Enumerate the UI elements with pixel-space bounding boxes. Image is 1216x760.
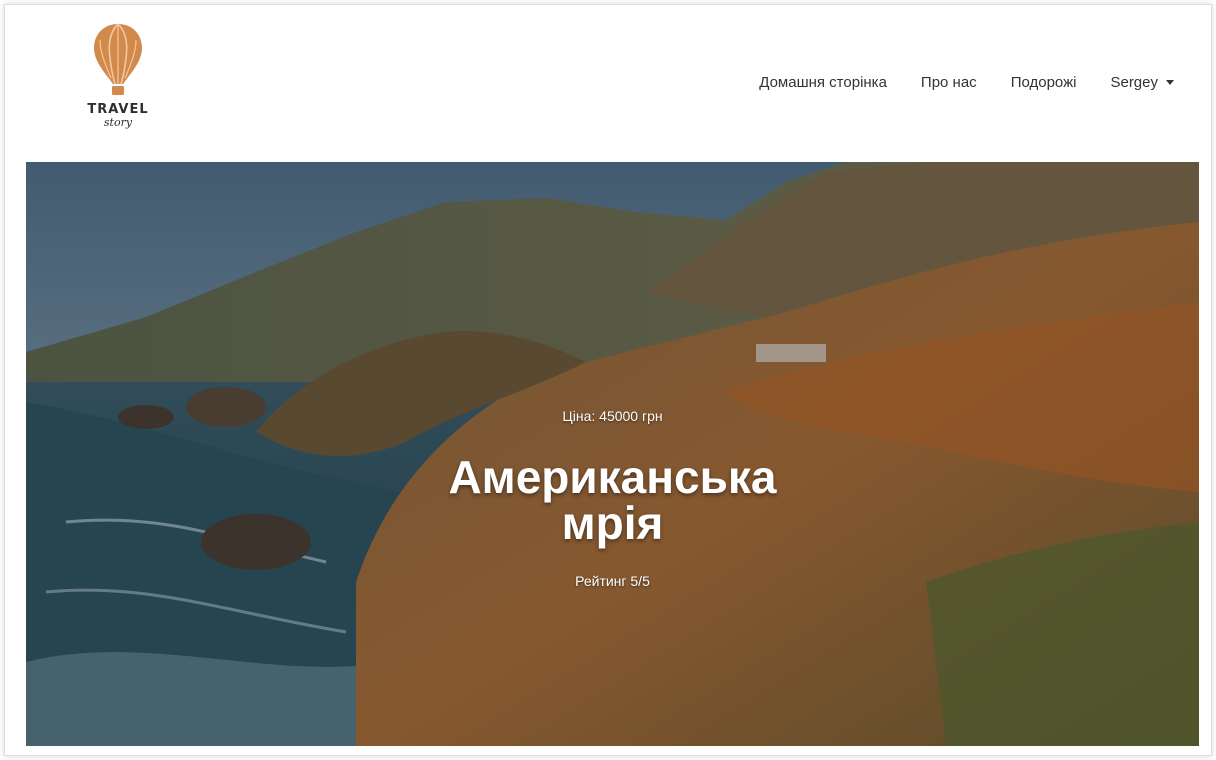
main-nav: Домашня сторінка Про нас Подорожі Sergey <box>725 74 1174 91</box>
site-logo[interactable]: TRAVEL story <box>80 22 156 144</box>
tour-title-line2: мрія <box>561 497 664 549</box>
user-menu-label: Sergey <box>1110 74 1158 91</box>
logo-word: TRAVEL <box>87 102 149 117</box>
nav-about[interactable]: Про нас <box>921 74 977 91</box>
caret-down-icon <box>1166 79 1174 85</box>
nav-trips[interactable]: Подорожі <box>1011 74 1077 91</box>
logo-subtitle: story <box>103 116 133 129</box>
nav-home[interactable]: Домашня сторінка <box>759 74 887 91</box>
hero-content: Ціна: 45000 грн Американська мрія Рейтин… <box>26 162 1199 746</box>
hot-air-balloon-icon <box>94 23 142 95</box>
tour-title-line1: Американська <box>448 451 777 503</box>
tour-rating: Рейтинг 5/5 <box>575 573 650 589</box>
user-menu[interactable]: Sergey <box>1110 74 1174 91</box>
tour-title: Американська мрія <box>26 454 1199 546</box>
hero-banner[interactable]: Ціна: 45000 грн Американська мрія Рейтин… <box>26 162 1199 746</box>
site-header: TRAVEL story Домашня сторінка Про нас По… <box>0 0 1216 160</box>
tour-price: Ціна: 45000 грн <box>562 408 663 424</box>
